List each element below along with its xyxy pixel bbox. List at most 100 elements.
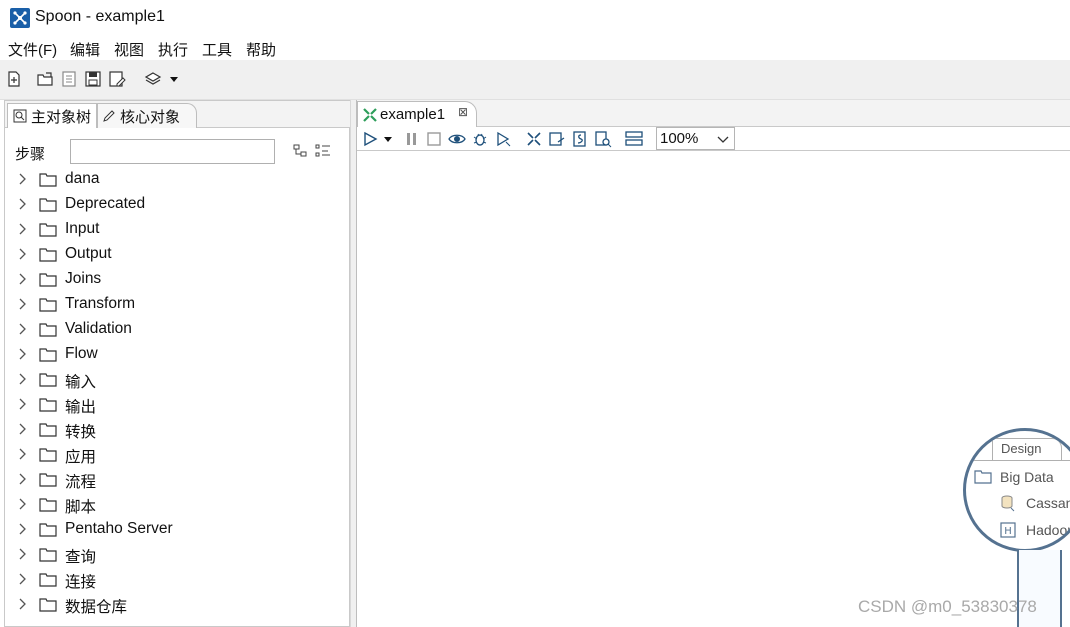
tree-item[interactable]: Input (5, 217, 351, 242)
zoom-value: 100% (660, 130, 699, 147)
tree-item[interactable]: Validation (5, 317, 351, 342)
tree-item[interactable]: dana (5, 167, 351, 192)
pause-icon[interactable] (403, 130, 421, 148)
chevron-right-icon[interactable] (17, 448, 27, 460)
tree-item-label: 数据仓库 (65, 599, 128, 616)
tree-item[interactable]: Transform (5, 292, 351, 317)
tree-item-label: 输入 (65, 374, 97, 391)
tab-main-tree[interactable]: 主对象树 (7, 103, 97, 128)
tree-item-label: Deprecated (65, 195, 146, 212)
tree-item[interactable]: 应用 (5, 442, 351, 467)
tree-item-label: dana (65, 170, 100, 187)
menu-tools[interactable]: 工具 (202, 39, 232, 60)
verify-icon[interactable] (525, 130, 543, 148)
stop-icon[interactable] (425, 130, 443, 148)
run-options-chevron-icon[interactable] (383, 130, 393, 148)
folder-icon (39, 173, 57, 187)
debug-bug-icon[interactable] (471, 130, 489, 148)
tab-example1[interactable]: example1 ⊠ (357, 101, 477, 127)
chevron-right-icon[interactable] (17, 373, 27, 385)
tree-item[interactable]: Joins (5, 267, 351, 292)
tab-core-objects[interactable]: 核心对象 (97, 103, 197, 128)
chevron-right-icon[interactable] (17, 598, 27, 610)
chevron-right-icon[interactable] (17, 548, 27, 560)
chevron-right-icon[interactable] (17, 173, 27, 185)
chevron-right-icon[interactable] (17, 348, 27, 360)
magnifier-item-label: Hadoop (1026, 522, 1070, 538)
tree-item[interactable]: 数据仓库 (5, 592, 351, 617)
folder-icon (39, 573, 57, 587)
folder-icon (39, 373, 57, 387)
zoom-select[interactable]: 100% (656, 127, 735, 150)
chevron-right-icon[interactable] (17, 248, 27, 260)
tree-item[interactable]: Output (5, 242, 351, 267)
save-icon[interactable] (84, 70, 102, 88)
tree-item[interactable]: 流程 (5, 467, 351, 492)
steps-search-input[interactable] (70, 139, 275, 164)
tree-item[interactable]: 输出 (5, 392, 351, 417)
menu-run[interactable]: 执行 (158, 39, 188, 60)
expand-tree-icon[interactable] (292, 143, 308, 159)
chevron-right-icon[interactable] (17, 498, 27, 510)
tree-item[interactable]: Flow (5, 342, 351, 367)
tree-item[interactable]: Pentaho Server (5, 517, 351, 542)
sql-script-icon[interactable] (571, 130, 589, 148)
preview-eye-icon[interactable] (448, 130, 466, 148)
chevron-right-icon[interactable] (17, 423, 27, 435)
new-file-icon[interactable] (5, 70, 23, 88)
svg-text:H: H (1004, 526, 1012, 537)
menu-view[interactable]: 视图 (114, 39, 144, 60)
left-tabbar: 主对象树 核心对象 (5, 101, 351, 128)
explore-db-icon[interactable] (594, 130, 612, 148)
magnifier-divider (966, 460, 1070, 461)
menu-help[interactable]: 帮助 (246, 39, 276, 60)
main-toolbar (0, 60, 1070, 100)
chevron-right-icon[interactable] (17, 473, 27, 485)
transformation-canvas[interactable] (357, 152, 1070, 627)
tree-item[interactable]: 输入 (5, 367, 351, 392)
chevron-right-icon[interactable] (17, 298, 27, 310)
tree-item-label: 输出 (65, 399, 97, 416)
impact-analysis-icon[interactable] (548, 130, 566, 148)
chevron-right-icon[interactable] (17, 398, 27, 410)
chevron-right-icon[interactable] (17, 223, 27, 235)
chevron-right-icon[interactable] (17, 573, 27, 585)
close-icon[interactable]: ⊠ (458, 105, 468, 119)
open-file-icon[interactable] (36, 70, 54, 88)
replay-icon[interactable] (494, 130, 512, 148)
collapse-tree-icon[interactable] (315, 143, 331, 159)
editor-tabbar: example1 ⊠ (357, 100, 1070, 127)
chevron-right-icon[interactable] (17, 198, 27, 210)
left-panel: 主对象树 核心对象 步骤 dana Deprecated Input Output Jo… (4, 100, 351, 627)
tree-item[interactable]: 连接 (5, 567, 351, 592)
tree-item-label: 应用 (65, 449, 97, 466)
editor-panel: example1 ⊠ 100% (356, 100, 1070, 627)
run-icon[interactable] (361, 130, 379, 148)
tree-item[interactable]: Deprecated (5, 192, 351, 217)
tree-item-label: 脚本 (65, 499, 97, 516)
tree-item[interactable]: 查询 (5, 542, 351, 567)
watermark: CSDN @m0_53830378 (858, 597, 1037, 616)
magnifier-item-label: Cassan (1026, 495, 1070, 511)
explore-repository-icon[interactable] (60, 70, 78, 88)
tree-item[interactable]: 脚本 (5, 492, 351, 517)
chevron-right-icon[interactable] (17, 523, 27, 535)
tree-item[interactable]: 转换 (5, 417, 351, 442)
magnifier-design-tab: Design (992, 438, 1062, 460)
chevron-down-icon[interactable] (168, 70, 180, 88)
menu-edit[interactable]: 编辑 (70, 39, 100, 60)
chevron-right-icon[interactable] (17, 323, 27, 335)
tab-core-objects-label: 核心对象 (120, 108, 181, 126)
chevron-right-icon[interactable] (17, 273, 27, 285)
folder-icon (39, 423, 57, 437)
title-bar: Spoon - example1 (0, 0, 1070, 36)
save-as-icon[interactable] (108, 70, 126, 88)
chevron-down-icon (717, 136, 729, 143)
tree-item-label: 连接 (65, 574, 97, 591)
tree-item-label: 查询 (65, 549, 97, 566)
show-results-icon[interactable] (625, 130, 643, 148)
menu-file[interactable]: 文件(F) (8, 39, 57, 60)
steps-search-row: 步骤 (5, 139, 351, 165)
layers-icon[interactable] (144, 70, 162, 88)
tree-item-label: Flow (65, 345, 98, 362)
